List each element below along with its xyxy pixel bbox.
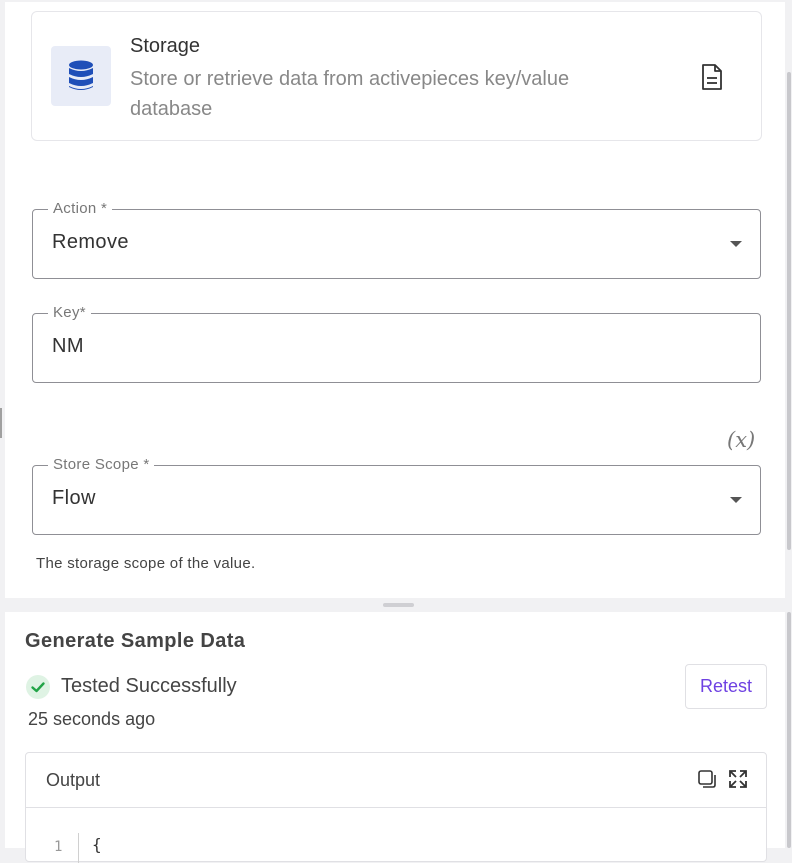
database-icon	[69, 60, 93, 90]
code-gutter	[78, 833, 79, 863]
key-value: NM	[52, 335, 84, 357]
piece-info-card: Storage Store or retrieve data from acti…	[31, 11, 762, 141]
key-input[interactable]: Key* NM	[32, 304, 761, 383]
panel-edge-divider	[0, 408, 2, 438]
copy-icon[interactable]	[697, 769, 717, 789]
chevron-down-icon	[730, 497, 742, 503]
panel-resize-handle[interactable]	[383, 603, 414, 607]
document-icon[interactable]	[700, 63, 724, 91]
output-panel: Output 1 {	[25, 752, 767, 863]
action-value: Remove	[52, 231, 129, 253]
test-timestamp: 25 seconds ago	[28, 709, 156, 729]
store-scope-value: Flow	[52, 487, 96, 509]
action-select[interactable]: Action * Remove	[32, 200, 761, 279]
piece-title: Storage	[130, 35, 201, 57]
store-scope-helper: The storage scope of the value.	[36, 555, 256, 572]
output-label: Output	[46, 770, 101, 790]
output-header: Output	[26, 753, 766, 808]
chevron-down-icon	[730, 241, 742, 247]
check-circle-icon	[26, 675, 50, 699]
store-scope-select[interactable]: Store Scope * Flow	[32, 456, 761, 535]
expand-icon[interactable]	[728, 769, 748, 789]
code-line: {	[92, 835, 102, 854]
action-label: Action *	[48, 200, 113, 217]
retest-button[interactable]: Retest	[685, 664, 767, 709]
sample-data-panel: Generate Sample Data Tested Successfully…	[5, 612, 785, 863]
variable-toggle-icon[interactable]: (x)	[727, 428, 755, 452]
scrollbar[interactable]	[787, 72, 791, 550]
piece-logo	[51, 46, 111, 106]
code-line-number: 1	[54, 839, 63, 855]
test-status: Tested Successfully	[61, 675, 237, 697]
piece-description: Store or retrieve data from activepieces…	[130, 68, 570, 120]
section-title: Generate Sample Data	[25, 630, 246, 652]
step-settings-panel: Storage Store or retrieve data from acti…	[5, 2, 785, 598]
store-scope-label: Store Scope *	[48, 456, 155, 473]
key-label: Key*	[48, 304, 91, 321]
scrollbar[interactable]	[787, 612, 791, 848]
